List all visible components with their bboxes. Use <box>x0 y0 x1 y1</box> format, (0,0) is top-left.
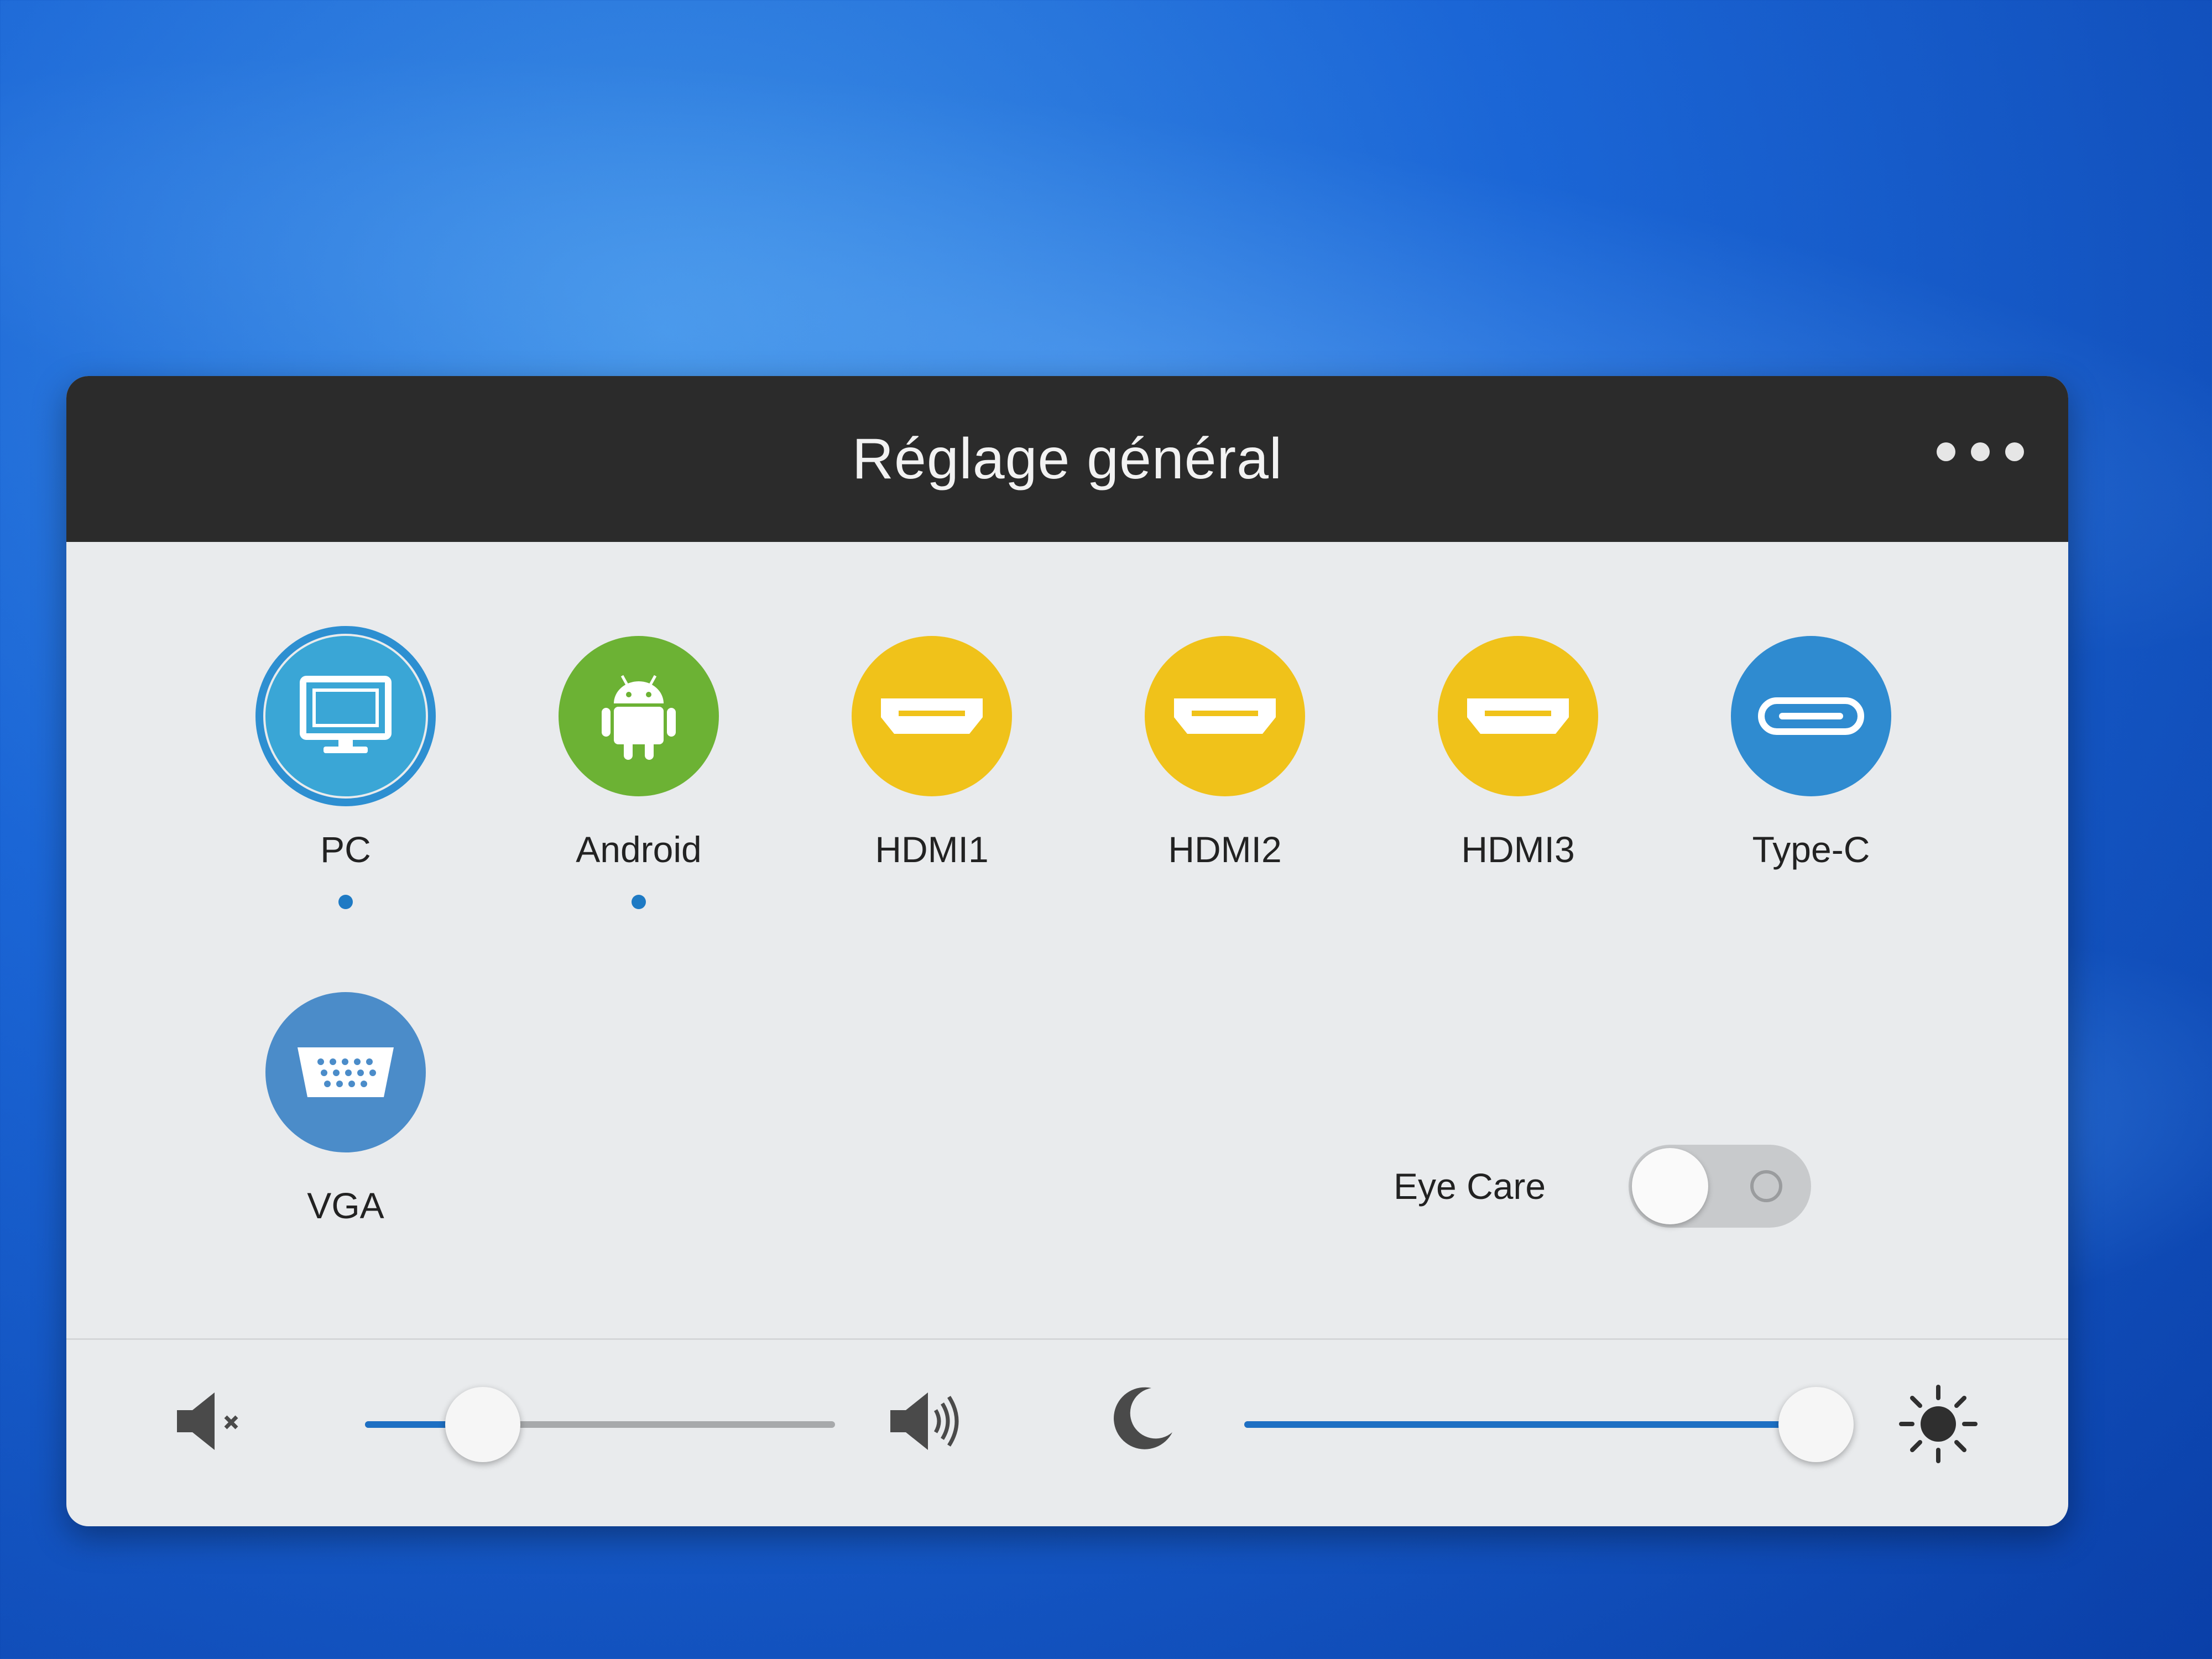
source-label: Type-C <box>1752 829 1870 870</box>
more-dot-icon <box>2005 442 2024 461</box>
speaker-loud-icon[interactable] <box>885 1388 968 1457</box>
toggle-off-indicator <box>1750 1170 1783 1202</box>
hdmi-icon <box>1467 698 1569 734</box>
brightness-slider-thumb[interactable] <box>1778 1387 1854 1462</box>
monitor-icon <box>300 676 392 753</box>
source-label: Android <box>576 829 702 870</box>
more-dot-icon <box>1971 442 1990 461</box>
dialog-title: Réglage général <box>852 426 1283 491</box>
source-hdmi2-circle <box>1145 636 1305 796</box>
brightness-slider[interactable] <box>1244 1387 1854 1462</box>
divider <box>66 1338 2068 1340</box>
usb-c-icon <box>1758 697 1864 735</box>
source-label: HDMI1 <box>875 829 989 870</box>
brightness-slider-fill <box>1244 1421 1816 1428</box>
general-settings-dialog: Réglage général PC Android HDMI1 HDMI2 H… <box>66 376 2068 1526</box>
source-indicator-dot <box>632 895 646 909</box>
title-bar: Réglage général <box>66 376 2068 542</box>
source-pc[interactable]: PC <box>199 626 492 909</box>
source-indicator-dot <box>338 895 353 909</box>
eye-care-row: Eye Care <box>1394 1145 1812 1228</box>
volume-slider-thumb[interactable] <box>445 1387 520 1462</box>
eye-care-label: Eye Care <box>1394 1166 1546 1207</box>
source-type-c[interactable]: Type-C <box>1665 636 1958 909</box>
source-vga[interactable]: VGA <box>199 992 492 1227</box>
speaker-mute-icon[interactable] <box>171 1388 254 1457</box>
sun-icon[interactable] <box>1897 1383 1980 1468</box>
source-android[interactable]: Android <box>492 636 785 909</box>
input-source-grid: PC Android HDMI1 HDMI2 HDMI3 Type-C VGA <box>199 626 1969 1227</box>
source-label: HDMI3 <box>1461 829 1575 870</box>
source-hdmi1-circle <box>852 636 1012 796</box>
source-hdmi1[interactable]: HDMI1 <box>785 636 1078 909</box>
source-android-circle <box>559 636 719 796</box>
source-type-c-circle <box>1731 636 1891 796</box>
hdmi-icon <box>1174 698 1276 734</box>
bottom-controls <box>66 1371 2068 1493</box>
moon-icon[interactable] <box>1106 1383 1178 1457</box>
source-hdmi2[interactable]: HDMI2 <box>1078 636 1371 909</box>
more-options-button[interactable] <box>1937 442 2024 461</box>
more-dot-icon <box>1937 442 1955 461</box>
source-label: PC <box>320 829 371 870</box>
source-vga-circle <box>265 992 426 1152</box>
toggle-knob <box>1632 1148 1709 1224</box>
android-icon <box>602 675 676 760</box>
hdmi-icon <box>881 698 983 734</box>
source-label: VGA <box>307 1185 384 1226</box>
source-label: HDMI2 <box>1168 829 1282 870</box>
eye-care-toggle[interactable] <box>1629 1145 1812 1228</box>
source-pc-circle <box>255 626 436 806</box>
volume-slider[interactable] <box>365 1387 835 1462</box>
source-hdmi3-circle <box>1438 636 1598 796</box>
source-hdmi3[interactable]: HDMI3 <box>1371 636 1665 909</box>
vga-icon <box>298 1047 394 1097</box>
